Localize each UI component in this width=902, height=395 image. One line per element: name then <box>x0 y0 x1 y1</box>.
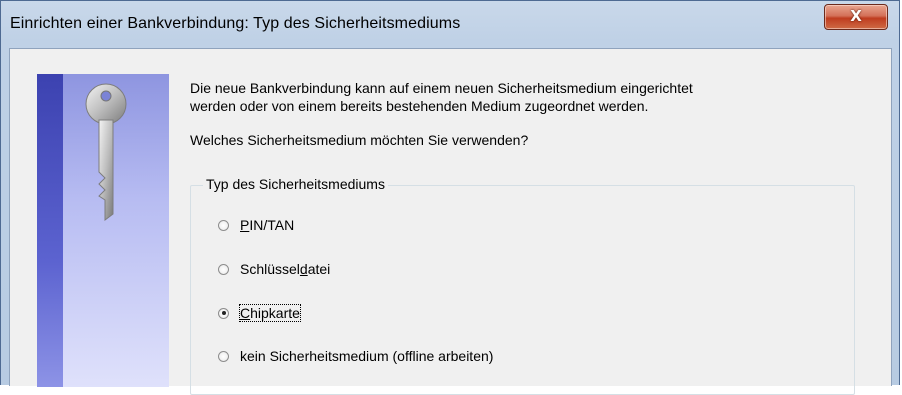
intro-line-1: Die neue Bankverbindung kann auf einem n… <box>190 80 693 96</box>
dialog-window: Einrichten einer Bankverbindung: Typ des… <box>0 0 900 395</box>
window-title: Einrichten einer Bankverbindung: Typ des… <box>10 15 461 32</box>
close-icon: X <box>850 7 862 25</box>
key-icon <box>85 83 127 221</box>
dialog-body: Die neue Bankverbindung kann auf einem n… <box>9 48 892 395</box>
option-chipkarte[interactable]: Chipkarte <box>218 304 301 322</box>
side-banner-stripe <box>37 74 63 387</box>
option-pin-tan[interactable]: PIN/TAN <box>218 217 294 233</box>
radio-schluesseldatei[interactable] <box>218 263 229 275</box>
radio-offline[interactable] <box>218 350 229 362</box>
question-text: Welches Sicherheitsmedium möchten Sie ve… <box>190 132 529 148</box>
side-banner <box>37 74 169 387</box>
option-schluesseldatei[interactable]: Schlüsseldatei <box>218 261 330 277</box>
close-button[interactable]: X <box>824 4 888 30</box>
groupbox-title: Typ des Sicherheitsmediums <box>203 176 388 192</box>
option-schluesseldatei-label: Schlüsseldatei <box>240 261 331 277</box>
option-pin-tan-label: PIN/TAN <box>240 217 295 233</box>
intro-line-2: werden oder von einem bereits bestehende… <box>190 98 649 114</box>
title-bar[interactable]: Einrichten einer Bankverbindung: Typ des… <box>1 1 899 48</box>
radio-chipkarte[interactable] <box>218 307 229 319</box>
option-offline-label: kein Sicherheitsmedium (offline arbeiten… <box>240 348 494 364</box>
radio-pin-tan[interactable] <box>218 219 229 231</box>
option-offline[interactable]: kein Sicherheitsmedium (offline arbeiten… <box>218 348 493 364</box>
option-chipkarte-label: Chipkarte <box>239 304 301 322</box>
